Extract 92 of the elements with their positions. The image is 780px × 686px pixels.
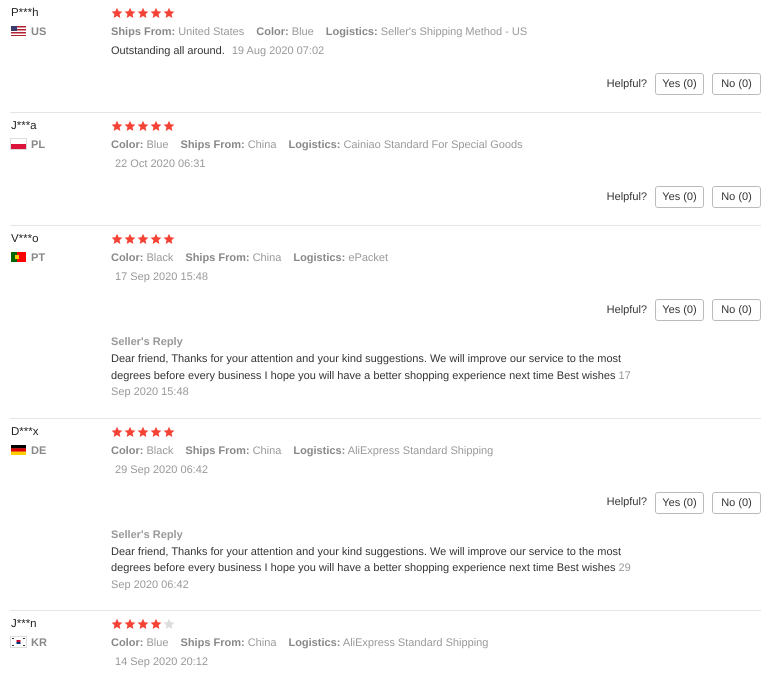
star-icon bbox=[137, 120, 149, 132]
seller-reply-text: Dear friend, Thanks for your attention and your kind suggestions. We will improve our service to the most degrees before every business I hope you will have a better shopping experience next time Best wishes 29 Sep 2020 06:42 bbox=[111, 544, 632, 592]
attribute-label: Color: bbox=[111, 444, 144, 456]
country-code: US bbox=[31, 26, 46, 38]
star-icon bbox=[124, 426, 136, 438]
attribute-label: Logistics: bbox=[288, 637, 340, 649]
attribute-value: Cainiao Standard For Special Goods bbox=[343, 139, 523, 151]
country-code: PL bbox=[31, 139, 46, 151]
seller-reply-title: Seller's Reply bbox=[111, 335, 184, 350]
star-icon bbox=[163, 120, 175, 132]
attribute-label: Logistics: bbox=[326, 26, 378, 38]
yes-button[interactable]: Yes (0) bbox=[655, 492, 704, 514]
country-code: KR bbox=[31, 637, 47, 649]
attribute-label: Ships From: bbox=[111, 26, 176, 38]
star-icon bbox=[137, 426, 149, 438]
reviewer-name: P***h bbox=[11, 6, 40, 21]
no-button[interactable]: No (0) bbox=[712, 299, 761, 321]
no-button[interactable]: No (0) bbox=[712, 492, 761, 514]
attribute-value: Black bbox=[146, 444, 174, 456]
attribute-value: China bbox=[248, 139, 276, 151]
attribute-label: Color: bbox=[111, 637, 144, 649]
attribute-label: Ships From: bbox=[180, 637, 245, 649]
attribute-value: United States bbox=[178, 26, 244, 38]
attribute-value: China bbox=[252, 444, 282, 456]
star-icon bbox=[124, 120, 136, 132]
helpful-label: Helpful? bbox=[606, 190, 647, 205]
attribute-value: Blue bbox=[146, 637, 168, 649]
attribute-label: Ships From: bbox=[180, 139, 245, 151]
attribute-label: Color: bbox=[256, 26, 289, 38]
attribute-label: Color: bbox=[111, 139, 144, 151]
star-icon bbox=[150, 618, 162, 630]
yes-button[interactable]: Yes (0) bbox=[655, 186, 704, 208]
review-comment: Outstanding all around. bbox=[111, 45, 225, 57]
attribute-value: AliExpress Standard Shipping bbox=[348, 444, 494, 456]
seller-reply-title: Seller's Reply bbox=[111, 528, 184, 542]
star-icon bbox=[111, 233, 123, 246]
flag-icon bbox=[11, 637, 26, 647]
star-icon bbox=[137, 618, 149, 630]
star-icon bbox=[163, 233, 175, 246]
star-icon bbox=[163, 426, 175, 438]
attribute-label: Color: bbox=[111, 252, 144, 264]
star-icon bbox=[137, 7, 149, 20]
attribute-label: Logistics: bbox=[293, 252, 346, 264]
star-icon bbox=[150, 426, 162, 438]
star-icon bbox=[150, 233, 162, 246]
attribute-value: Black bbox=[146, 252, 174, 264]
star-icon bbox=[137, 233, 149, 246]
attribute-value: Blue bbox=[292, 26, 314, 38]
review-date: 19 Aug 2020 07:02 bbox=[232, 45, 324, 57]
attribute-value: China bbox=[252, 252, 282, 264]
attribute-label: Ships From: bbox=[185, 444, 250, 456]
seller-reply-text: Dear friend, Thanks for your attention and your kind suggestions. We will improve our service to the most degrees before every business I hope you will have a better shopping experience next time Best wishes 17 Sep 2020 15:48 bbox=[111, 352, 632, 400]
star-icon bbox=[163, 618, 175, 630]
attribute-value: Blue bbox=[146, 139, 168, 151]
no-button[interactable]: No (0) bbox=[712, 73, 761, 95]
flag-icon bbox=[11, 252, 26, 262]
no-button[interactable]: No (0) bbox=[712, 186, 761, 208]
reviewer-name: D***x bbox=[11, 424, 40, 440]
star-icon bbox=[124, 7, 136, 20]
attribute-label: Logistics: bbox=[293, 444, 346, 456]
star-icon bbox=[111, 120, 123, 132]
attribute-value: ePacket bbox=[348, 252, 388, 264]
star-icon bbox=[150, 7, 162, 20]
star-icon bbox=[124, 233, 136, 246]
helpful-label: Helpful? bbox=[606, 495, 647, 510]
flag-icon bbox=[11, 139, 26, 149]
helpful-label: Helpful? bbox=[606, 76, 647, 92]
attribute-value: China bbox=[248, 637, 276, 649]
star-icon bbox=[111, 426, 123, 438]
attribute-label: Ships From: bbox=[185, 252, 250, 264]
country-code: DE bbox=[31, 444, 46, 456]
star-icon bbox=[111, 618, 123, 630]
reviewer-name: J***n bbox=[11, 617, 38, 632]
review-date: 29 Sep 2020 06:42 bbox=[114, 464, 208, 476]
star-icon bbox=[111, 7, 123, 20]
review-date: 17 Sep 2020 15:48 bbox=[114, 271, 208, 283]
flag-icon bbox=[11, 444, 26, 454]
review-date: 22 Oct 2020 06:31 bbox=[114, 158, 206, 170]
reviewer-name: J***a bbox=[11, 119, 38, 134]
attribute-label: Logistics: bbox=[288, 139, 340, 151]
flag-icon bbox=[11, 26, 26, 36]
yes-button[interactable]: Yes (0) bbox=[655, 73, 704, 95]
helpful-label: Helpful? bbox=[606, 302, 647, 318]
star-icon bbox=[150, 120, 162, 132]
star-icon bbox=[163, 7, 175, 20]
country-code: PT bbox=[31, 252, 46, 264]
reviewer-name: V***o bbox=[11, 232, 40, 247]
review-date: 14 Sep 2020 20:12 bbox=[114, 656, 208, 668]
attribute-value: Seller's Shipping Method - US bbox=[380, 26, 528, 38]
yes-button[interactable]: Yes (0) bbox=[655, 299, 704, 321]
attribute-value: AliExpress Standard Shipping bbox=[342, 637, 488, 649]
star-icon bbox=[124, 618, 136, 630]
